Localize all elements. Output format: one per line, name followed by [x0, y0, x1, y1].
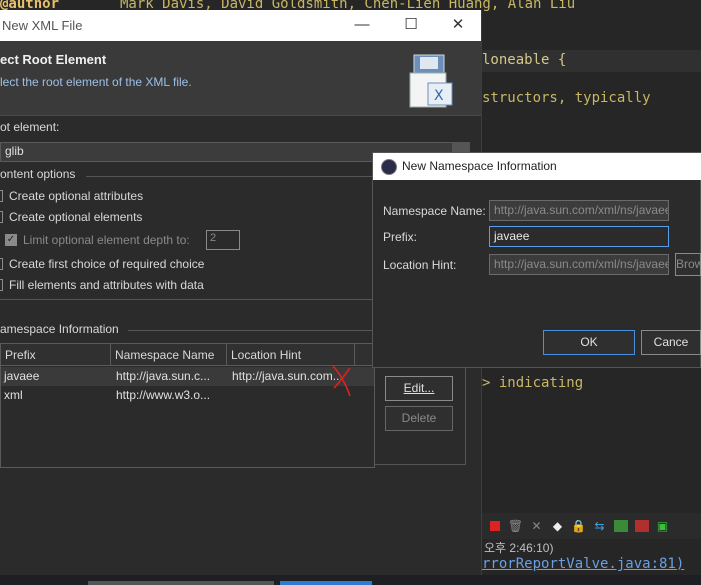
close-icon[interactable]: ✕: [448, 16, 468, 34]
opt-attributes-label: Create optional attributes: [9, 189, 144, 203]
location-hint-field[interactable]: http://java.sun.com/xml/ns/javaee: [489, 254, 669, 275]
minimize-icon[interactable]: —: [352, 16, 372, 34]
code-indicating: > indicating: [482, 375, 584, 391]
show-stdout-icon[interactable]: [612, 518, 629, 535]
delete-button[interactable]: Delete: [385, 406, 453, 431]
dialog-title-bar: New Namespace Information: [373, 153, 701, 180]
code-cloneable: loneable {: [482, 52, 567, 68]
limit-depth-label: Limit optional element depth to:: [23, 233, 190, 247]
location-hint-label: Location Hint:: [383, 258, 457, 272]
wizard-heading: ect Root Element: [0, 52, 107, 67]
checkbox[interactable]: [0, 190, 3, 202]
cancel-button[interactable]: Cance: [641, 330, 701, 355]
edit-button[interactable]: Edit...: [385, 376, 453, 401]
console-stack-link[interactable]: rrorReportValve.java:81): [482, 556, 684, 572]
pin-console-icon[interactable]: ▣: [654, 518, 671, 535]
checkbox[interactable]: [0, 279, 3, 291]
code-constructors: structors, typically: [482, 90, 651, 106]
ok-button[interactable]: OK: [543, 330, 635, 355]
cell-prefix: xml: [4, 388, 23, 402]
column-prefix[interactable]: Prefix: [1, 344, 111, 366]
content-options-legend: ontent options: [0, 167, 76, 181]
checkbox[interactable]: [0, 211, 3, 223]
limit-depth-checkbox-row[interactable]: ✓ Limit optional element depth to:: [5, 233, 190, 247]
new-namespace-dialog: New Namespace Information Namespace Name…: [372, 152, 701, 368]
wizard-description: lect the root element of the XML file.: [0, 75, 192, 89]
wizard-finish-button[interactable]: [280, 581, 372, 585]
fill-data-checkbox-row[interactable]: Fill elements and attributes with data: [0, 278, 204, 292]
console-time: 오후 2:46:10): [484, 541, 554, 555]
console-toolbar: 🗑 ✕ ◆ 🔒 ⇆ ▣: [482, 513, 701, 539]
prefix-label: Prefix:: [383, 230, 418, 244]
cell-prefix: javaee: [4, 369, 40, 383]
remove-launch-icon[interactable]: 🗑: [507, 518, 524, 535]
depth-input[interactable]: 2: [206, 230, 240, 250]
table-row[interactable]: xml http://www.w3.o...: [1, 386, 374, 405]
namespace-info-legend: amespace Information: [0, 322, 119, 336]
red-x-annotation-icon: [332, 365, 351, 397]
opt-attributes-checkbox-row[interactable]: Create optional attributes: [0, 189, 143, 203]
opt-elements-checkbox-row[interactable]: Create optional elements: [0, 210, 142, 224]
xml-file-wizard-icon: X: [406, 53, 456, 111]
column-namespace-name[interactable]: Namespace Name: [111, 344, 227, 366]
namespace-name-field[interactable]: http://java.sun.com/xml/ns/javaee: [489, 200, 669, 221]
table-row[interactable]: javaee http://java.sun.c... http://java.…: [1, 367, 374, 386]
namespace-table[interactable]: Prefix Namespace Name Location Hint java…: [0, 343, 375, 468]
wizard-footer-button[interactable]: [88, 581, 274, 585]
remove-all-icon[interactable]: ✕: [528, 518, 545, 535]
root-element-label: ot element:: [0, 120, 60, 134]
namespace-name-label: Namespace Name:: [383, 204, 486, 218]
wizard-title-bar: New XML File — ☐ ✕: [0, 10, 481, 41]
checkbox[interactable]: [0, 258, 3, 270]
scroll-lock-icon[interactable]: 🔒: [570, 518, 587, 535]
dialog-title: New Namespace Information: [402, 159, 557, 173]
show-stderr-icon[interactable]: [633, 518, 650, 535]
first-choice-label: Create first choice of required choice: [9, 257, 205, 271]
prefix-field[interactable]: javaee: [489, 226, 669, 247]
clear-console-icon[interactable]: ◆: [549, 518, 566, 535]
maximize-icon[interactable]: ☐: [401, 16, 421, 34]
cell-hint: http://java.sun.com...: [232, 369, 343, 383]
cell-namespace: http://java.sun.c...: [116, 369, 211, 383]
word-wrap-icon[interactable]: ⇆: [591, 518, 608, 535]
fill-data-label: Fill elements and attributes with data: [9, 278, 204, 292]
browse-button[interactable]: Brow: [675, 253, 701, 276]
terminate-icon[interactable]: [486, 518, 503, 535]
eclipse-icon: [381, 159, 397, 175]
wizard-title: New XML File: [2, 18, 83, 33]
opt-elements-label: Create optional elements: [9, 210, 143, 224]
svg-text:X: X: [434, 88, 444, 104]
edit-button-label: Edit...: [403, 381, 435, 395]
cell-namespace: http://www.w3.o...: [116, 388, 211, 402]
checkbox[interactable]: ✓: [5, 234, 17, 246]
first-choice-checkbox-row[interactable]: Create first choice of required choice: [0, 257, 204, 271]
